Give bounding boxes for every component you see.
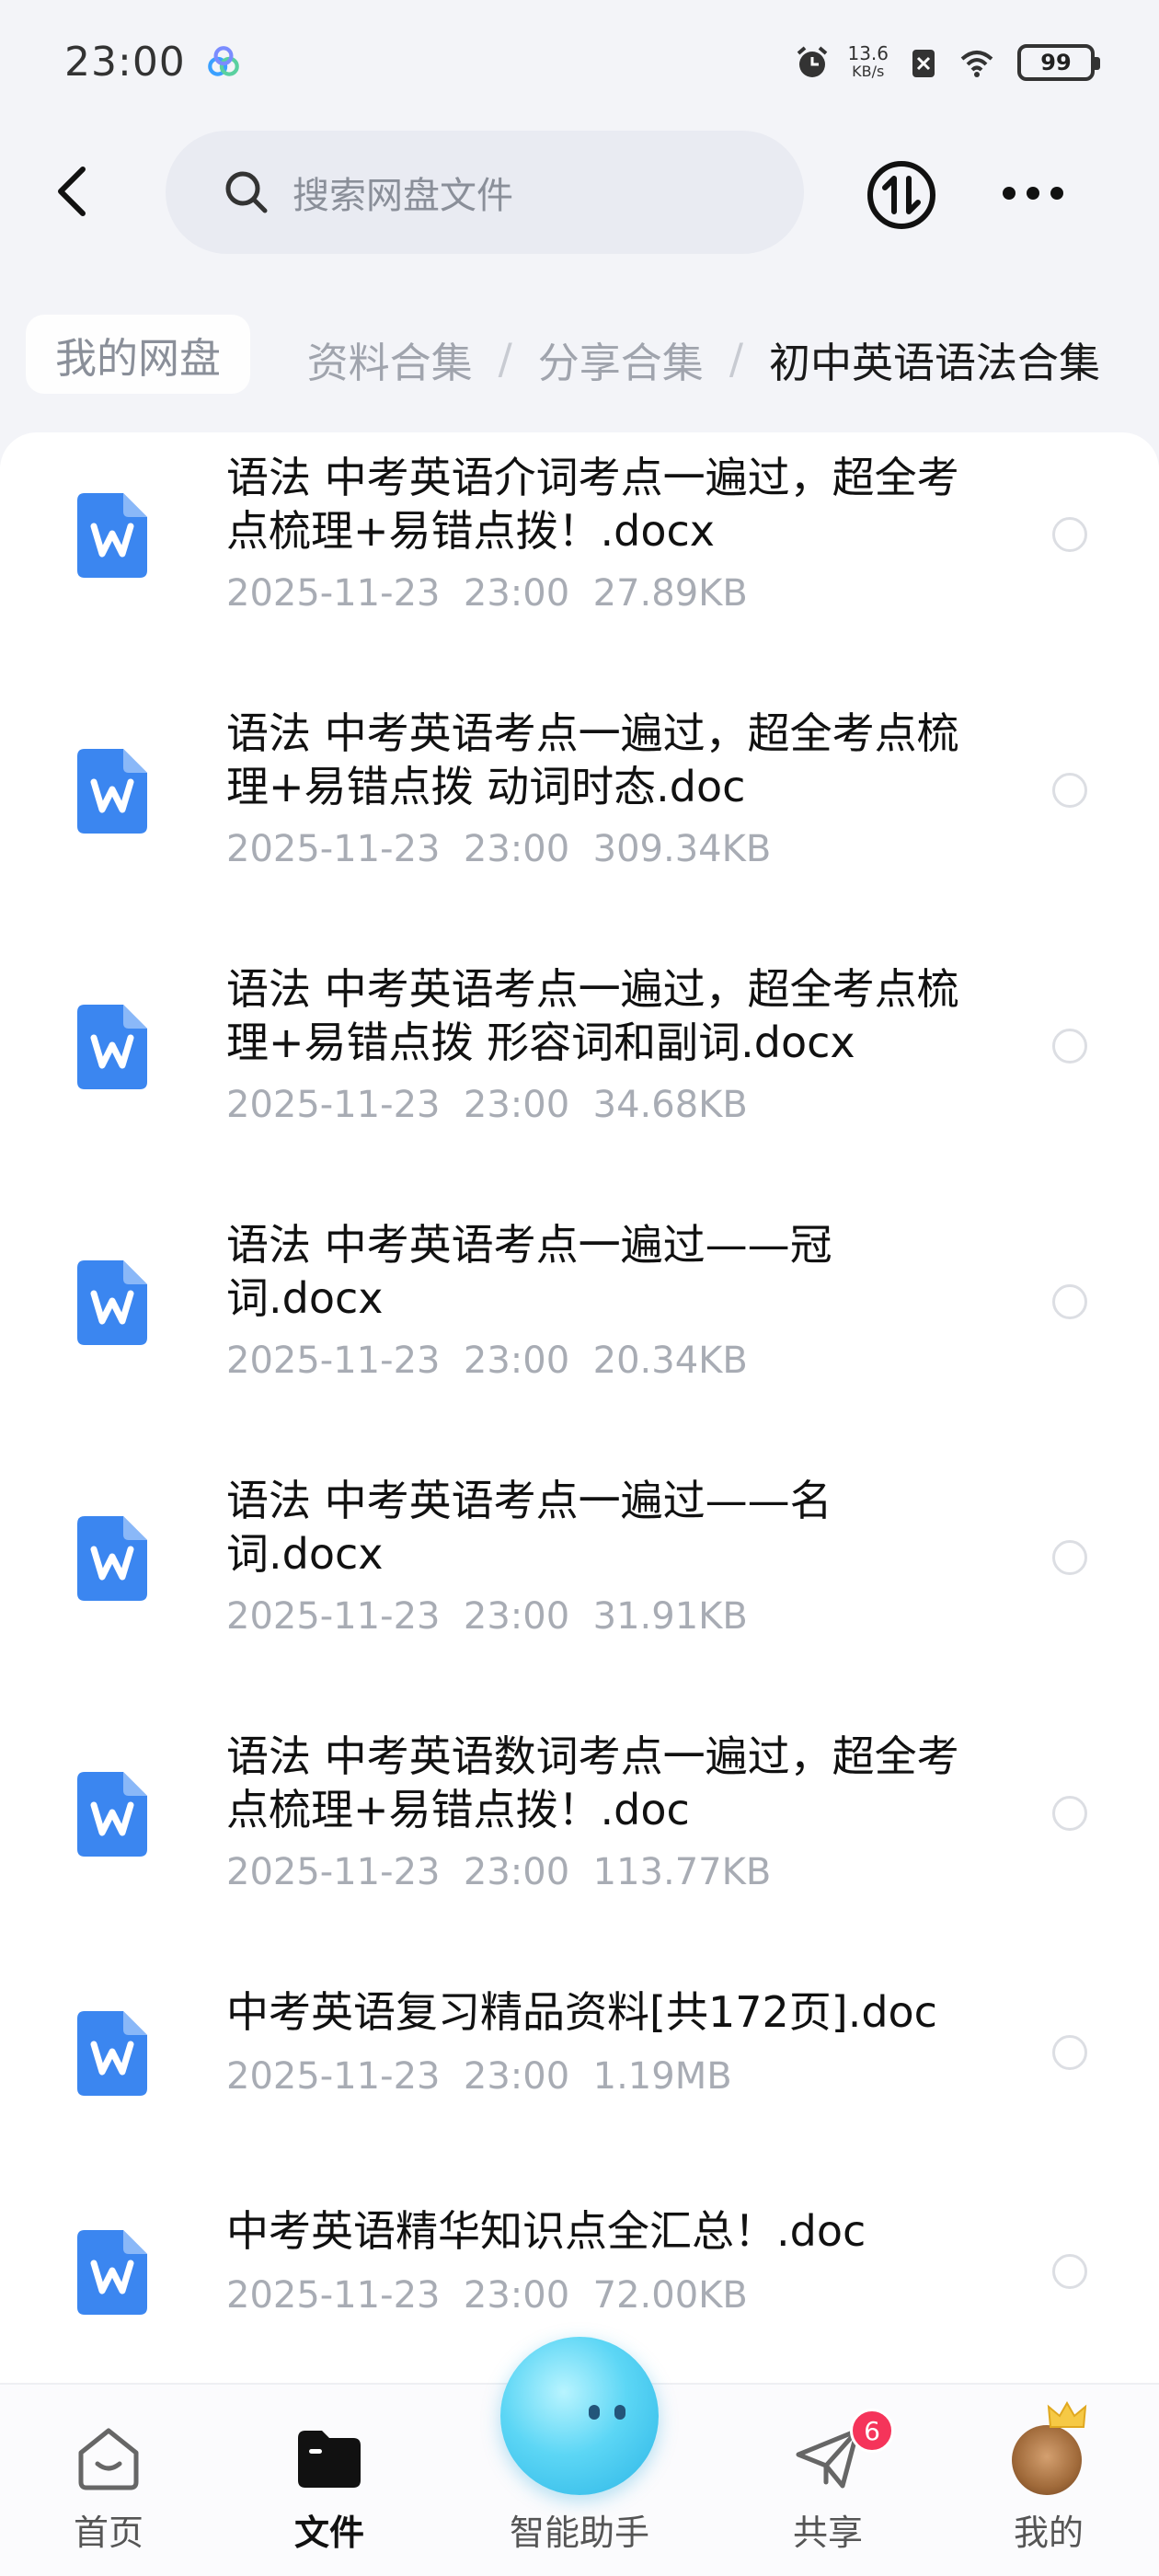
folder-icon (298, 2431, 361, 2488)
select-radio[interactable] (1052, 2254, 1087, 2289)
nav-home[interactable]: 首页 (17, 2385, 201, 2576)
word-doc-icon (77, 1772, 147, 1857)
alarm-icon (798, 45, 828, 77)
search-input[interactable]: 搜索网盘文件 (166, 131, 804, 254)
nav-share-label: 共享 (792, 2513, 863, 2553)
file-meta: 2025-11-23 23:00 20.34KB (226, 1340, 748, 1382)
net-speed: 13.6 KB/s (847, 41, 889, 80)
breadcrumb-current: 初中英语语法合集 (768, 339, 1100, 387)
select-radio[interactable] (1052, 1029, 1087, 1064)
nav-share[interactable]: 6 共享 (736, 2385, 920, 2576)
search-icon (225, 171, 268, 213)
file-meta: 2025-11-23 23:00 1.19MB (226, 2055, 732, 2098)
transfer-icon[interactable] (865, 158, 938, 232)
battery-indicator: 99 (1017, 43, 1100, 81)
select-radio[interactable] (1052, 2035, 1087, 2070)
select-radio[interactable] (1052, 517, 1087, 552)
file-meta: 2025-11-23 23:00 309.34KB (226, 828, 772, 870)
word-doc-icon (77, 493, 147, 578)
word-doc-icon (77, 1005, 147, 1089)
bottom-nav: 首页 文件 智能助手 6 共享 我的 (0, 2337, 1159, 2576)
nav-home-label: 首页 (73, 2513, 143, 2553)
file-name: 语法 中考英语数词考点一遍过，超全考点梳理+易错点拨！.doc (226, 1731, 959, 1834)
avatar[interactable] (1012, 2425, 1082, 2495)
select-radio[interactable] (1052, 773, 1087, 808)
file-meta: 2025-11-23 23:00 31.91KB (226, 1595, 748, 1638)
select-radio[interactable] (1052, 1284, 1087, 1319)
file-name: 语法 中考英语考点一遍过，超全考点梳理+易错点拨 形容词和副词.docx (226, 964, 959, 1067)
crown-icon (1047, 2400, 1087, 2428)
no-sim-icon (912, 49, 935, 77)
status-bar: 23:00 13.6 KB/s 99 (0, 0, 1159, 124)
word-doc-icon (77, 2230, 147, 2315)
file-meta: 2025-11-23 23:00 34.68KB (226, 1084, 748, 1126)
nav-assistant-label: 智能助手 (509, 2513, 649, 2553)
file-name: 中考英语精华知识点全汇总！.doc (226, 2206, 866, 2256)
word-doc-icon (77, 1260, 147, 1345)
file-name: 语法 中考英语介词考点一遍过，超全考点梳理+易错点拨！.docx (226, 453, 959, 556)
file-meta: 2025-11-23 23:00 27.89KB (226, 572, 748, 615)
nav-files-label: 文件 (293, 2513, 364, 2553)
breadcrumb-root[interactable]: 我的网盘 (26, 315, 251, 394)
word-doc-icon (77, 749, 147, 834)
nav-me-label: 我的 (1013, 2513, 1084, 2553)
search-placeholder: 搜索网盘文件 (293, 175, 513, 217)
assistant-orb-icon[interactable] (500, 2337, 659, 2495)
file-name: 语法 中考英语考点一遍过——冠词.docx (226, 1220, 832, 1323)
more-options-button[interactable] (1003, 177, 1069, 210)
word-doc-icon (77, 1516, 147, 1601)
select-radio[interactable] (1052, 1540, 1087, 1575)
breadcrumb-item[interactable]: 资料合集 (307, 329, 473, 389)
word-doc-icon (77, 2011, 147, 2096)
select-radio[interactable] (1052, 1796, 1087, 1831)
status-time: 23:00 (64, 39, 186, 86)
file-list: 语法 中考英语介词考点一遍过，超全考点梳理+易错点拨！.docx 2025-11… (0, 432, 1159, 2383)
back-arrow-icon[interactable] (46, 162, 105, 221)
home-icon (78, 2428, 139, 2490)
wifi-icon (960, 50, 993, 77)
nav-files[interactable]: 文件 (237, 2385, 421, 2576)
breadcrumb-item[interactable]: 分享合集 (538, 329, 704, 389)
file-name: 语法 中考英语考点一遍过，超全考点梳理+易错点拨 动词时态.doc (226, 708, 959, 811)
file-name: 语法 中考英语考点一遍过——名词.docx (226, 1476, 832, 1579)
cloud-app-icon (208, 45, 239, 76)
file-meta: 2025-11-23 23:00 72.00KB (226, 2274, 748, 2317)
share-badge: 6 (850, 2409, 894, 2453)
breadcrumb: 资料合集 / 分享合集 / 初中英语语法合集 我的网盘 (0, 294, 1159, 414)
header: 搜索网盘文件 (0, 129, 1159, 258)
file-name: 中考英语复习精品资料[共172页].doc (226, 1987, 937, 2037)
file-meta: 2025-11-23 23:00 113.77KB (226, 1851, 772, 1893)
